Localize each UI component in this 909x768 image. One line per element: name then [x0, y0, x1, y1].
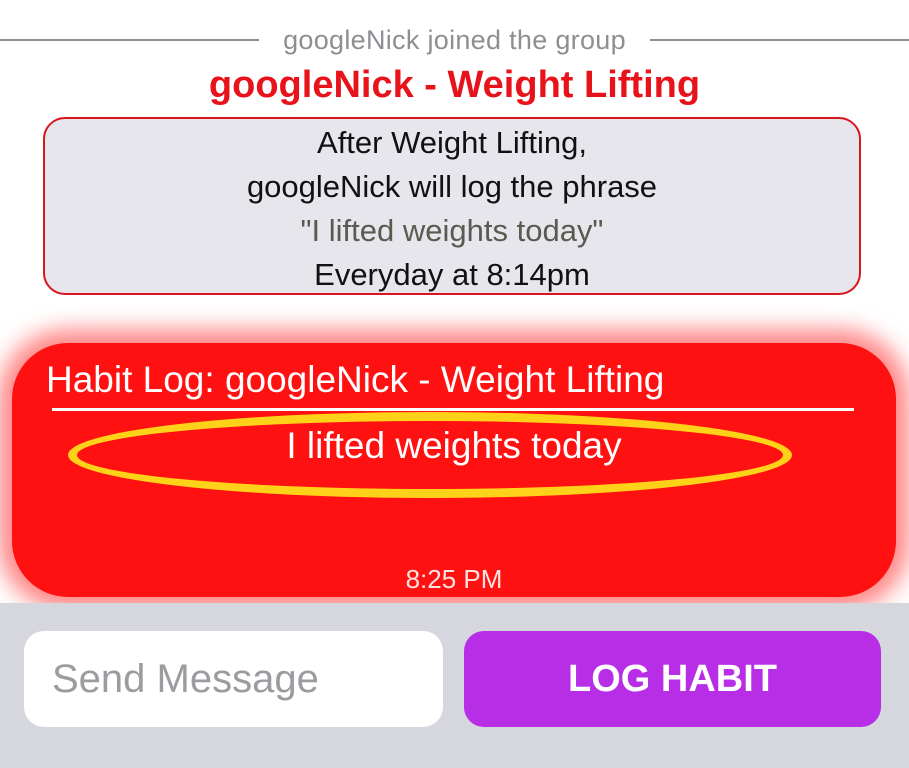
habit-title: googleNick - Weight Lifting — [208, 64, 701, 106]
habit-log-message-text: I lifted weights today — [286, 425, 622, 466]
habit-description-card: After Weight Lifting, googleNick will lo… — [43, 117, 861, 295]
system-join-notice: googleNick joined the group — [0, 22, 909, 58]
habit-phrase-line: "I lifted weights today" — [300, 213, 604, 248]
habit-log-header: Habit Log: googleNick - Weight Lifting — [46, 359, 665, 400]
log-habit-button[interactable]: LOG HABIT — [464, 631, 881, 727]
habit-log-message-bubble[interactable]: Habit Log: googleNick - Weight Lifting I… — [12, 343, 896, 597]
habit-schedule-line: Everyday at 8:14pm — [314, 257, 590, 292]
habit-log-underline — [52, 408, 854, 411]
message-composer-bar: LOG HABIT — [0, 603, 909, 768]
message-timestamp: 8:25 PM — [405, 564, 503, 594]
habit-action-line: googleNick will log the phrase — [246, 169, 658, 204]
system-message-text: googleNick joined the group — [283, 24, 626, 55]
habit-trigger-line: After Weight Lifting, — [317, 125, 587, 160]
divider-left — [0, 39, 260, 41]
send-message-input[interactable] — [24, 631, 443, 727]
divider-right — [649, 39, 909, 41]
